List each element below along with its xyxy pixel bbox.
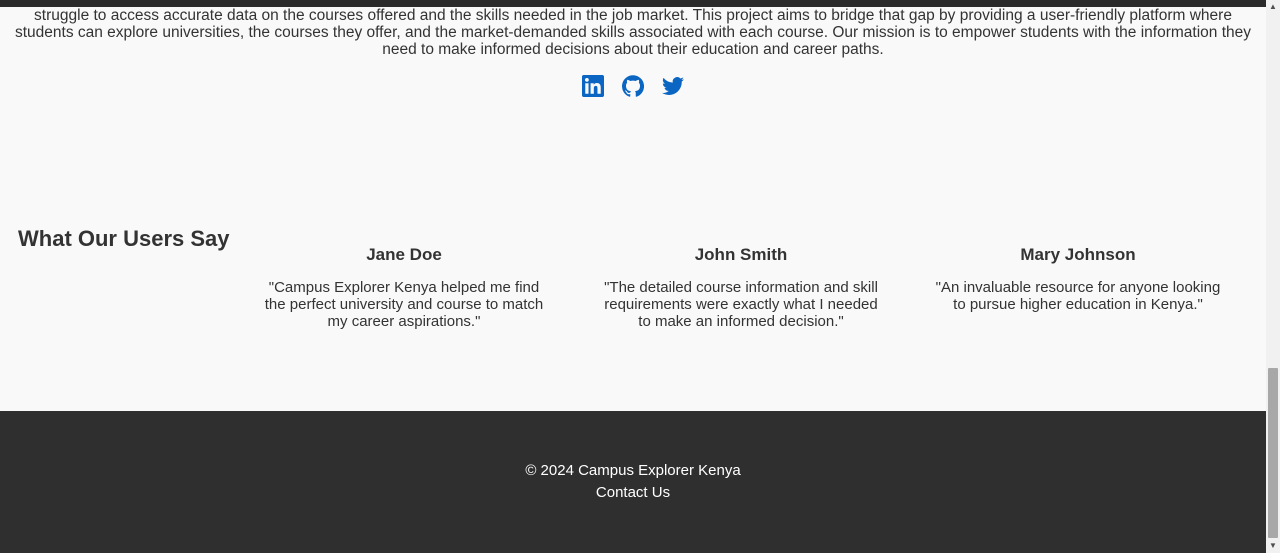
testimonial-card: John Smith "The detailed course informat… xyxy=(596,244,886,330)
scrollbar-thumb[interactable] xyxy=(1268,368,1278,538)
testimonial-card: Jane Doe "Campus Explorer Kenya helped m… xyxy=(259,244,549,330)
twitter-icon xyxy=(662,77,684,95)
testimonial-quote: "The detailed course information and ski… xyxy=(604,279,878,330)
github-icon xyxy=(622,75,644,97)
contact-us-link[interactable]: Contact Us xyxy=(0,484,1266,502)
testimonial-quote: "An invaluable resource for anyone looki… xyxy=(935,279,1221,313)
testimonial-name: Jane Doe xyxy=(366,245,442,264)
page-viewport: struggle to access accurate data on the … xyxy=(0,0,1266,553)
scroll-down-arrow-icon[interactable]: ▼ xyxy=(1266,539,1280,553)
about-paragraph: struggle to access accurate data on the … xyxy=(14,7,1252,58)
testimonials-list: Jane Doe "Campus Explorer Kenya helped m… xyxy=(238,244,1266,344)
twitter-link[interactable] xyxy=(661,74,685,98)
testimonial-card: Mary Johnson "An invaluable resource for… xyxy=(933,244,1223,313)
testimonials-title: What Our Users Say xyxy=(18,226,230,251)
linkedin-icon xyxy=(582,75,604,97)
github-link[interactable] xyxy=(621,74,645,98)
testimonial-quote: "Campus Explorer Kenya helped me find th… xyxy=(264,279,544,330)
page-footer: © 2024 Campus Explorer Kenya Contact Us xyxy=(0,411,1266,553)
vertical-scrollbar[interactable]: ▲ ▼ xyxy=(1266,0,1280,553)
footer-copyright: © 2024 Campus Explorer Kenya xyxy=(525,462,741,479)
testimonial-name: Mary Johnson xyxy=(1020,245,1136,264)
social-links xyxy=(0,74,1266,98)
linkedin-link[interactable] xyxy=(581,74,605,98)
testimonial-name: John Smith xyxy=(694,245,788,264)
scroll-up-arrow-icon[interactable]: ▲ xyxy=(1266,0,1280,14)
